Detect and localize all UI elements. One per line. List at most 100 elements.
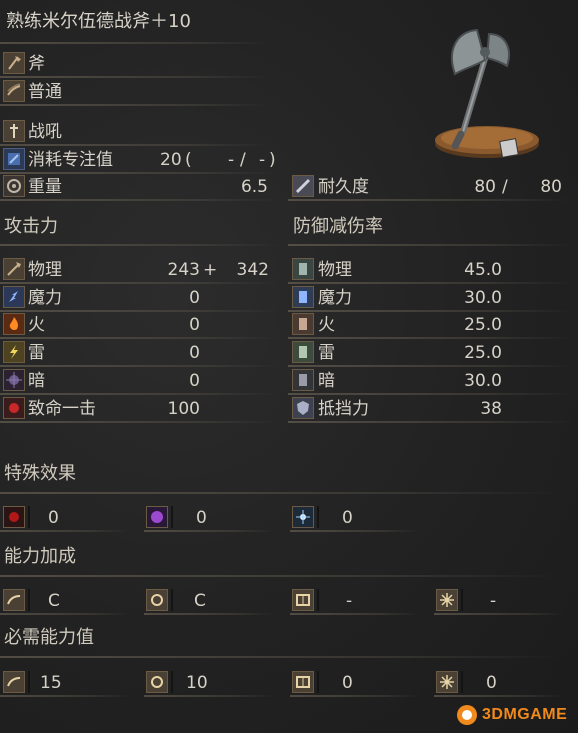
divider	[0, 144, 270, 146]
divider	[461, 671, 463, 693]
frost-value: 0	[342, 508, 353, 528]
magic-attack-icon	[3, 286, 25, 308]
divider	[0, 172, 280, 174]
divider	[0, 310, 280, 312]
dexterity-icon	[146, 589, 168, 611]
axe-icon	[3, 52, 25, 74]
attack-magic-label: 魔力	[28, 288, 62, 308]
attack-dark-label: 暗	[28, 371, 45, 391]
attack-fire-value: 0	[189, 315, 200, 335]
weapon-image	[425, 22, 545, 172]
intelligence-requirement: 0	[342, 673, 353, 693]
faith-icon	[436, 671, 458, 693]
defense-magic-label: 魔力	[318, 288, 352, 308]
dark-defense-icon	[292, 369, 314, 391]
fp-cost-mid: -	[228, 150, 235, 170]
strength-requirement: 15	[40, 673, 62, 693]
divider	[288, 421, 573, 423]
guard-boost-value: 38	[480, 399, 502, 419]
fp-cost-slash: /	[240, 150, 246, 170]
divider	[28, 671, 30, 693]
divider	[144, 613, 274, 615]
skill-icon	[3, 120, 25, 142]
attack-physical-plus: +	[203, 260, 218, 280]
divider	[317, 506, 319, 528]
divider	[0, 104, 270, 106]
weight-label: 重量	[28, 177, 62, 197]
defense-dark-value: 30.0	[464, 371, 502, 391]
fp-cost-value: 20	[160, 150, 182, 170]
guard-boost-label: 抵挡力	[318, 399, 369, 419]
dexterity-icon	[146, 671, 168, 693]
strength-scaling: C	[48, 591, 60, 611]
effects-header: 特殊效果	[4, 463, 76, 484]
lightning-defense-icon	[292, 341, 314, 363]
strength-icon	[3, 589, 25, 611]
defense-fire-value: 25.0	[464, 315, 502, 335]
divider	[0, 530, 130, 532]
requirements-header: 必需能力值	[4, 627, 94, 648]
attack-critical-value: 100	[167, 399, 200, 419]
durability-max: 80	[540, 177, 562, 197]
item-title: 熟练米尔伍德战斧＋10	[6, 11, 191, 32]
title-divider	[0, 42, 270, 44]
fp-cost-label: 消耗专注值	[28, 150, 113, 170]
divider	[0, 656, 560, 658]
defense-dark-label: 暗	[318, 371, 335, 391]
attack-physical-bonus: 342	[236, 260, 269, 280]
fire-attack-icon	[3, 313, 25, 335]
weapon-type: 斧	[28, 54, 45, 74]
divider	[288, 365, 573, 367]
attack-lightning-value: 0	[189, 343, 200, 363]
divider	[0, 282, 280, 284]
divider	[0, 421, 280, 423]
divider	[317, 671, 319, 693]
magic-defense-icon	[292, 286, 314, 308]
divider	[0, 393, 280, 395]
fp-cost-right: -	[259, 150, 266, 170]
divider	[0, 575, 560, 577]
divider	[0, 613, 130, 615]
divider	[0, 199, 280, 201]
durability-slash: /	[502, 177, 508, 197]
divider	[171, 589, 173, 611]
critical-icon	[3, 397, 25, 419]
divider	[144, 695, 274, 697]
divider	[0, 76, 270, 78]
defense-fire-label: 火	[318, 315, 335, 335]
divider	[171, 506, 173, 528]
divider	[434, 613, 564, 615]
attack-critical-label: 致命一击	[28, 399, 96, 419]
intelligence-scaling: -	[346, 591, 353, 611]
defense-lightning-label: 雷	[318, 343, 335, 363]
divider	[288, 393, 573, 395]
attack-dark-value: 0	[189, 371, 200, 391]
divider	[288, 310, 573, 312]
divider	[290, 613, 420, 615]
divider	[288, 244, 573, 246]
weight-value: 6.5	[240, 177, 268, 197]
faith-requirement: 0	[486, 673, 497, 693]
durability-label: 耐久度	[318, 177, 369, 197]
fp-cost-paren-open: (	[185, 150, 192, 170]
defense-header: 防御减伤率	[293, 216, 383, 237]
dexterity-requirement: 10	[186, 673, 208, 693]
intelligence-icon	[292, 589, 314, 611]
divider	[434, 695, 564, 697]
attack-type-icon	[3, 80, 25, 102]
bleed-value: 0	[48, 508, 59, 528]
strength-icon	[3, 671, 25, 693]
defense-physical-label: 物理	[318, 260, 352, 280]
intelligence-icon	[292, 671, 314, 693]
physical-defense-icon	[292, 258, 314, 280]
attack-physical-value: 243	[167, 260, 200, 280]
divider	[461, 589, 463, 611]
watermark-text: 3DMGAME	[482, 706, 568, 723]
divider	[0, 337, 280, 339]
scaling-header: 能力加成	[4, 546, 76, 567]
divider	[0, 244, 280, 246]
fp-cost-icon	[3, 148, 25, 170]
defense-magic-value: 30.0	[464, 288, 502, 308]
attack-magic-value: 0	[189, 288, 200, 308]
divider	[290, 530, 420, 532]
